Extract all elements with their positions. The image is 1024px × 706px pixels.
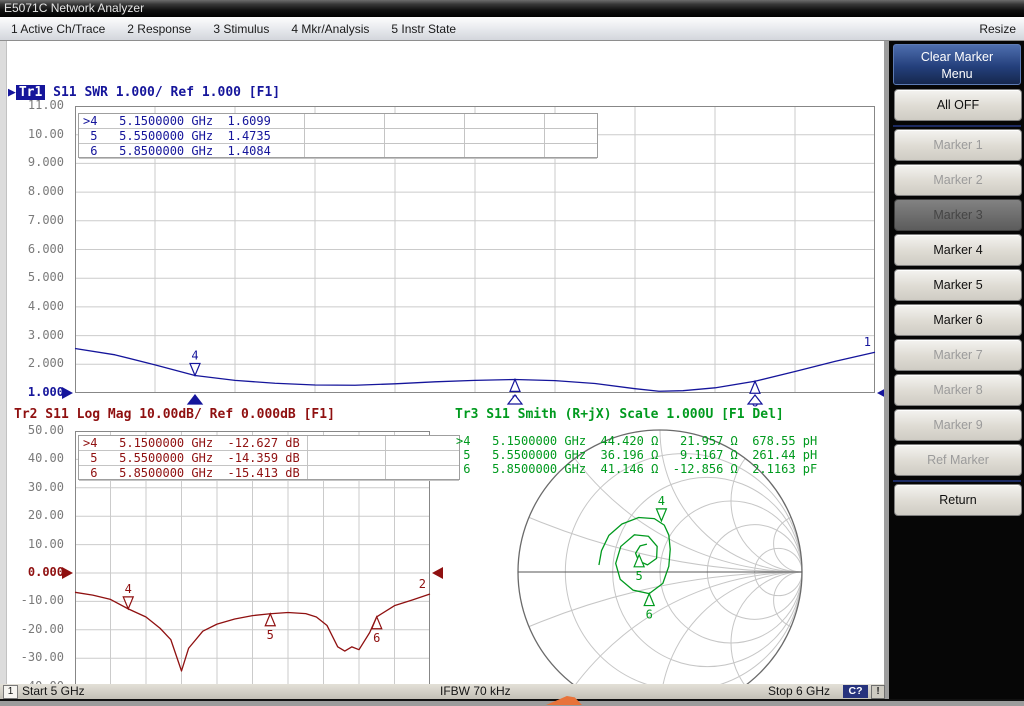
softkey-menu-title-line2: Menu (894, 66, 1020, 83)
softkey-marker-3[interactable]: Marker 3 (894, 199, 1022, 231)
marker-6-symbol[interactable]: 6 (644, 594, 654, 622)
readout-column-divider (384, 114, 385, 157)
tr1-header-text: S11 SWR 1.000/ Ref 1.000 [F1] (45, 85, 280, 100)
svg-text:1: 1 (864, 335, 871, 349)
softkey-all-off[interactable]: All OFF (894, 89, 1022, 121)
y-axis-label: 8.000 (6, 184, 64, 198)
softkey-separator (893, 480, 1021, 482)
softkey-separator (893, 125, 1021, 127)
svg-text:2: 2 (419, 577, 426, 591)
marker-readout-row: 6 5.8500000 GHz 41.146 Ω -12.856 Ω 2.116… (452, 462, 884, 476)
y-axis-label: 30.00 (6, 480, 64, 494)
softkey-sidebar: Clear Marker Menu All OFFMarker 1Marker … (884, 41, 1024, 699)
y-axis-label: 20.00 (6, 508, 64, 522)
y-axis-label: -20.00 (6, 622, 64, 636)
tr3-marker-readout: >4 5.1500000 GHz 44.420 Ω 21.957 Ω 678.5… (452, 434, 884, 476)
svg-text:4: 4 (125, 582, 132, 596)
y-axis-label: 10.00 (6, 127, 64, 141)
tr3-header: Tr3 S11 Smith (R+jX) Scale 1.000U [F1 De… (455, 407, 784, 422)
instrument-screen: ▶Tr1 S11 SWR 1.000/ Ref 1.000 [F1] Tr2 S… (0, 41, 884, 684)
marker-readout-row: 6 5.8500000 GHz -15.413 dB (79, 466, 459, 481)
y-axis-label: -30.00 (6, 650, 64, 664)
readout-column-divider (544, 114, 545, 157)
y-axis-label: 0.000 (6, 565, 64, 579)
title-bar[interactable]: E5071C Network Analyzer (0, 0, 1024, 17)
softkey-menu-title-line1: Clear Marker (894, 49, 1020, 66)
correction-badge: C? (843, 685, 868, 698)
status-bar: 1 Start 5 GHz IFBW 70 kHz Stop 6 GHz C? … (0, 684, 884, 699)
y-axis-label: 2.000 (6, 356, 64, 370)
menu-3-stimulus[interactable]: 3 Stimulus (202, 22, 280, 36)
y-axis-label: 50.00 (6, 423, 64, 437)
softkey-marker-6[interactable]: Marker 6 (894, 304, 1022, 336)
softkey-marker-8: Marker 8 (894, 374, 1022, 406)
softkey-marker-2: Marker 2 (894, 164, 1022, 196)
marker-6-symbol[interactable]: 6 (372, 617, 382, 645)
window-bottom-edge (0, 699, 1024, 706)
marker-4-symbol[interactable]: 4 (190, 348, 200, 375)
window-title: E5071C Network Analyzer (4, 1, 144, 15)
marker-readout-row: 5 5.5500000 GHz -14.359 dB (79, 451, 459, 466)
marker-readout-row: 6 5.8500000 GHz 1.4084 (79, 144, 597, 159)
svg-text:5: 5 (636, 569, 643, 583)
y-axis-label: 10.00 (6, 537, 64, 551)
softkey-marker-9: Marker 9 (894, 409, 1022, 441)
menu-resize[interactable]: Resize (968, 22, 1024, 36)
svg-text:6: 6 (373, 631, 380, 645)
readout-column-divider (304, 114, 305, 157)
svg-text:5: 5 (267, 628, 274, 642)
y-axis-label: 4.000 (6, 299, 64, 313)
y-axis-label: 3.000 (6, 328, 64, 342)
y-axis-label: 1.000 (6, 385, 64, 399)
alert-icon[interactable]: ! (871, 685, 885, 699)
menu-5-instr-state[interactable]: 5 Instr State (380, 22, 467, 36)
softkey-menu-title: Clear Marker Menu (893, 44, 1021, 85)
marker-4-symbol[interactable]: 4 (123, 582, 133, 609)
marker-readout-row: 5 5.5500000 GHz 36.196 Ω 9.1167 Ω 261.44… (452, 448, 884, 462)
stop-frequency: Stop 6 GHz (768, 684, 830, 699)
softkey-return[interactable]: Return (894, 484, 1022, 516)
softkey-scroll-strip[interactable] (884, 41, 889, 699)
marker-readout-row: >4 5.1500000 GHz -12.627 dB (79, 436, 459, 451)
channel-number-box: 1 (3, 685, 18, 699)
svg-text:6: 6 (646, 608, 653, 622)
menu-1-active-ch-trace[interactable]: 1 Active Ch/Trace (0, 22, 116, 36)
softkey-marker-4[interactable]: Marker 4 (894, 234, 1022, 266)
start-frequency: Start 5 GHz (22, 684, 85, 699)
softkey-ref-marker: Ref Marker (894, 444, 1022, 476)
y-axis-label: 6.000 (6, 242, 64, 256)
y-axis-label: 40.00 (6, 451, 64, 465)
y-axis-label: 9.000 (6, 155, 64, 169)
readout-column-divider (385, 436, 386, 479)
menu-bar: 1 Active Ch/Trace2 Response3 Stimulus4 M… (0, 17, 1024, 41)
softkey-marker-1: Marker 1 (894, 129, 1022, 161)
instrument-window: E5071C Network Analyzer 1 Active Ch/Trac… (0, 0, 1024, 706)
menu-4-mkr-analysis[interactable]: 4 Mkr/Analysis (280, 22, 380, 36)
svg-text:4: 4 (658, 494, 665, 508)
y-axis-label: 11.00 (6, 98, 64, 112)
tr2-header: Tr2 S11 Log Mag 10.00dB/ Ref 0.000dB [F1… (14, 407, 335, 422)
softkey-marker-5[interactable]: Marker 5 (894, 269, 1022, 301)
ifbw-readout: IFBW 70 kHz (440, 684, 511, 699)
readout-column-divider (464, 114, 465, 157)
svg-text:4: 4 (191, 348, 198, 362)
marker-readout-row: >4 5.1500000 GHz 1.6099 (79, 114, 597, 129)
marker-5-symbol[interactable]: 5 (634, 555, 644, 583)
softkey-marker-7: Marker 7 (894, 339, 1022, 371)
marker-readout-row: 5 5.5500000 GHz 1.4735 (79, 129, 597, 144)
marker-readout-row: >4 5.1500000 GHz 44.420 Ω 21.957 Ω 678.5… (452, 434, 884, 448)
marker-5-symbol[interactable]: 5 (265, 614, 275, 642)
tr2-marker-readout: >4 5.1500000 GHz -12.627 dB 5 5.5500000 … (78, 435, 460, 480)
menu-2-response[interactable]: 2 Response (116, 22, 202, 36)
y-axis-label: 7.000 (6, 213, 64, 227)
y-axis-label: 5.000 (6, 270, 64, 284)
marker-4-symbol[interactable]: 4 (656, 494, 666, 521)
y-axis-label: -10.00 (6, 593, 64, 607)
readout-column-divider (307, 436, 308, 479)
tr1-marker-readout: >4 5.1500000 GHz 1.6099 5 5.5500000 GHz … (78, 113, 598, 158)
